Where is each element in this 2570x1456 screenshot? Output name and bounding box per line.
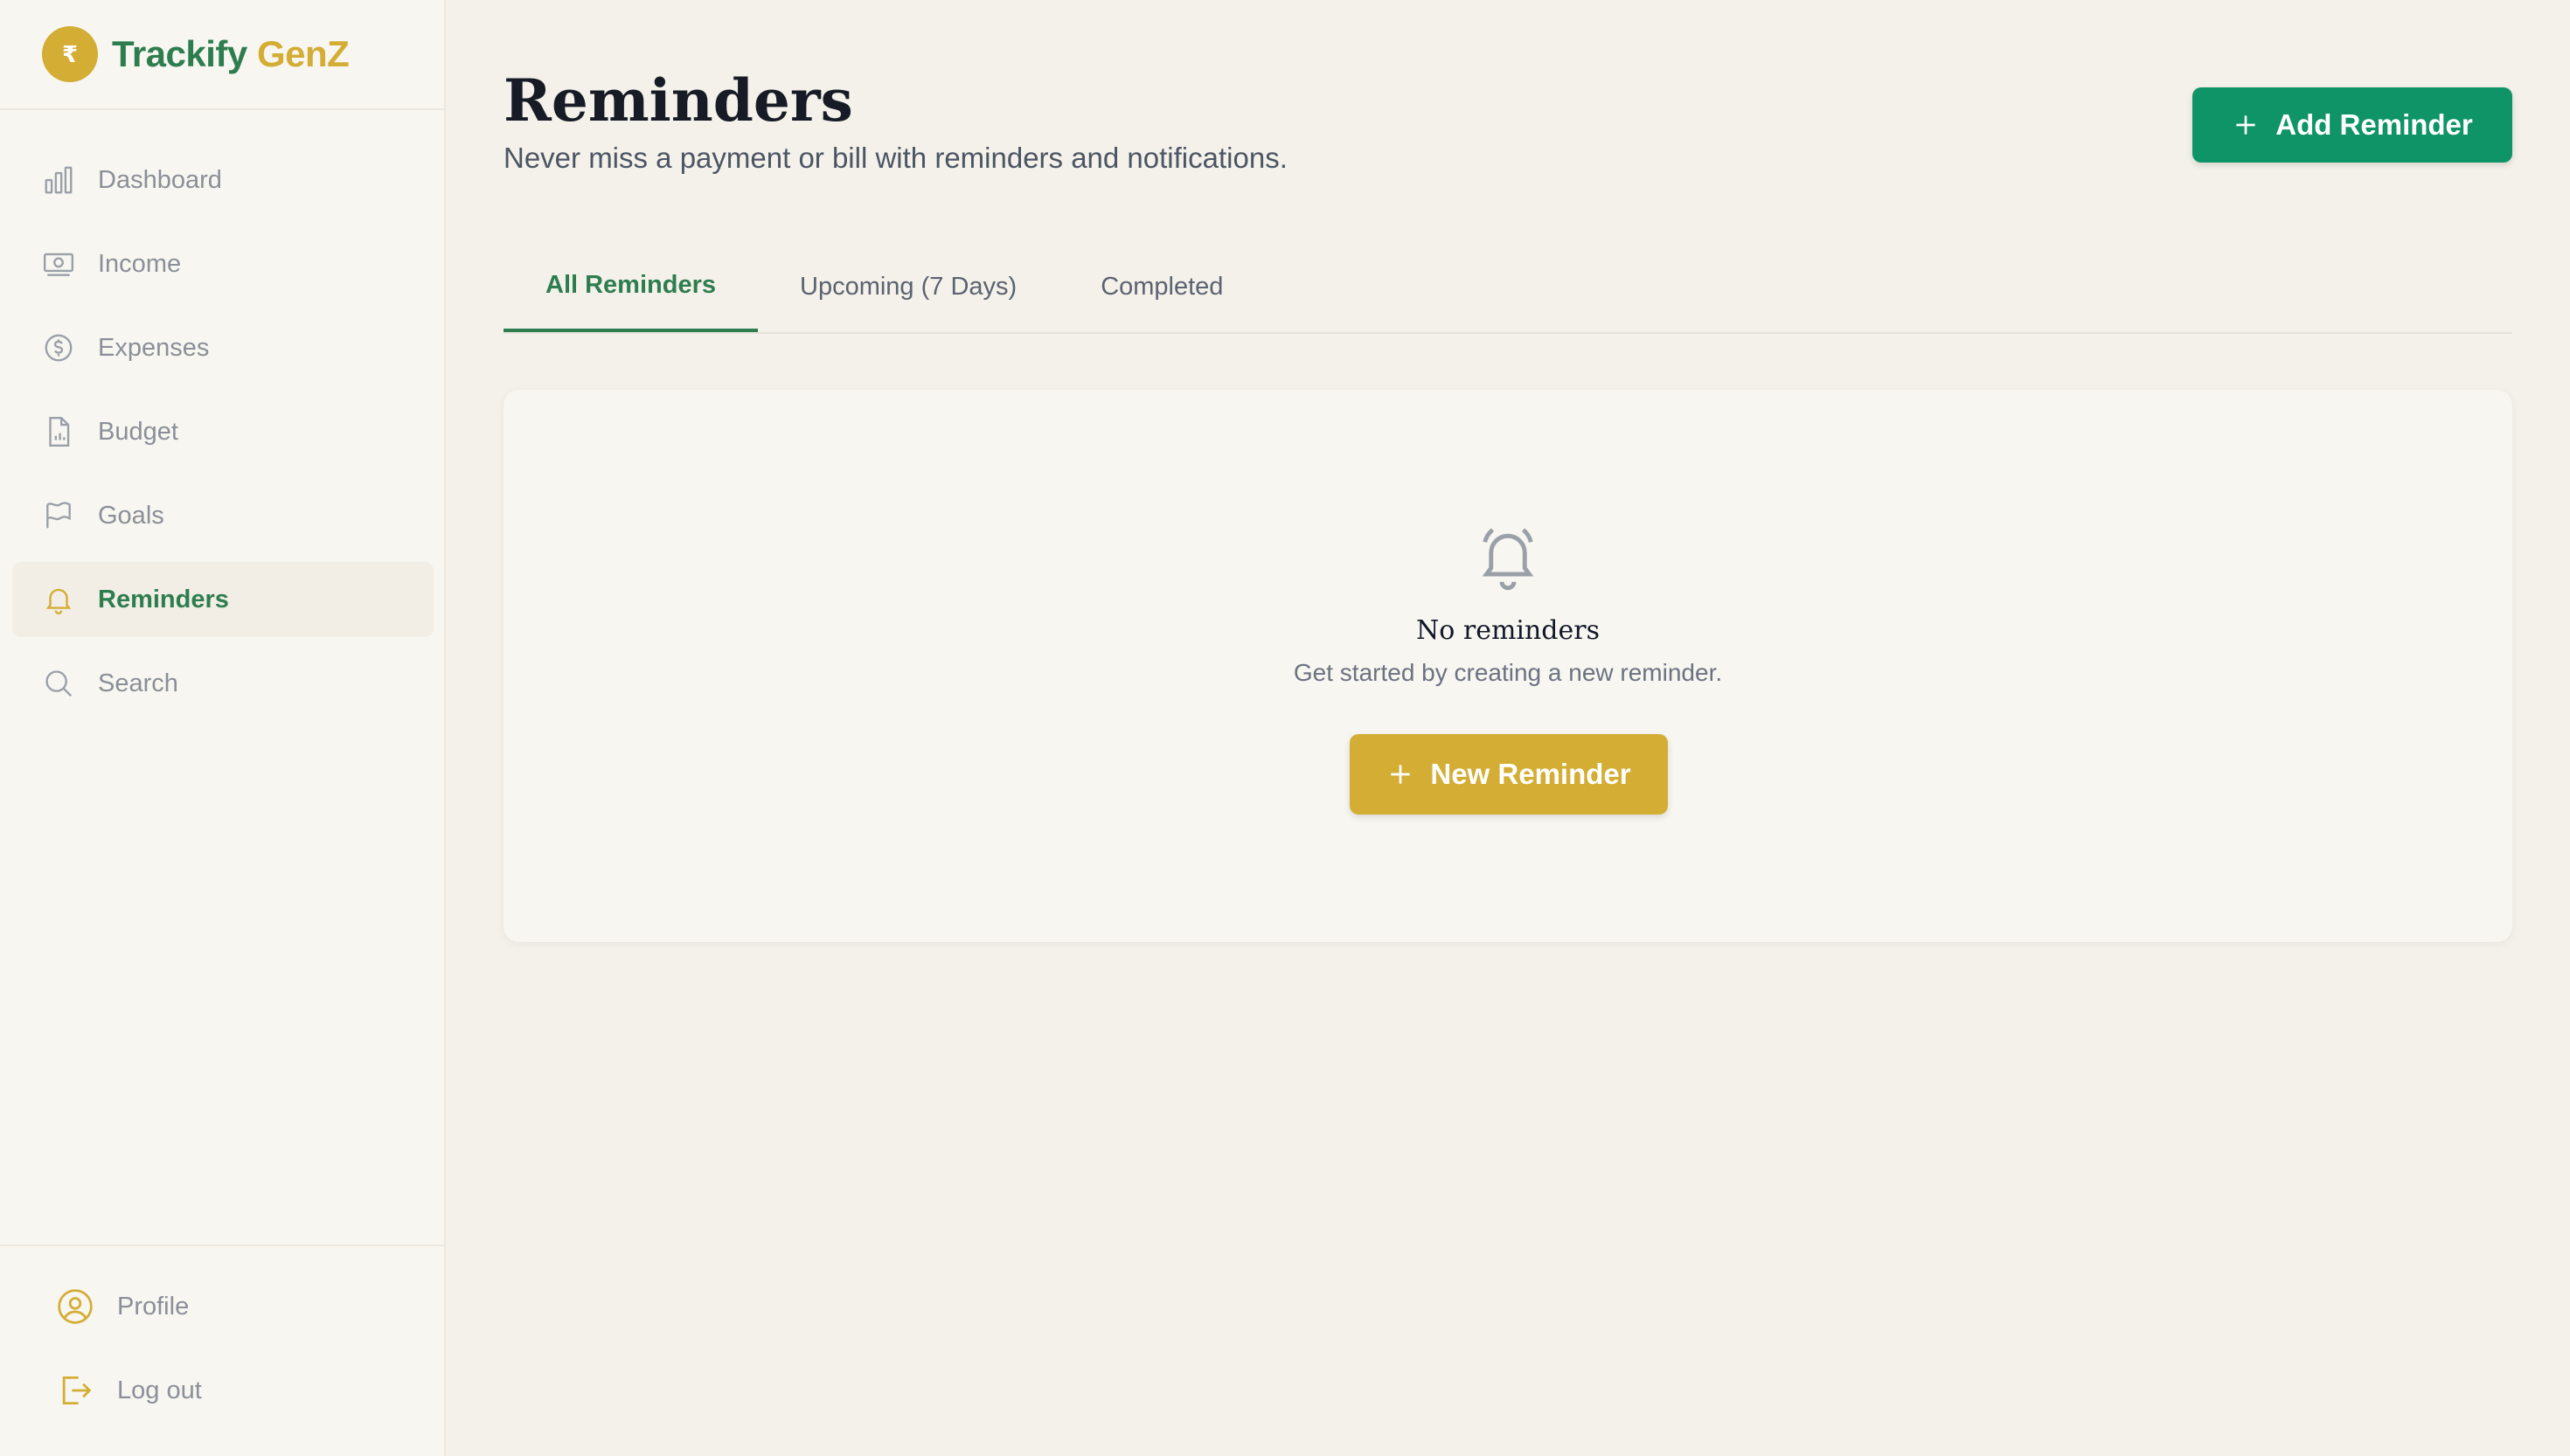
sidebar-item-profile[interactable]: Profile: [0, 1269, 444, 1344]
brand[interactable]: ₹ Trackify GenZ: [0, 0, 444, 110]
sidebar-item-label: Income: [98, 249, 182, 278]
sidebar-item-label: Search: [98, 669, 178, 697]
banknote-icon: [42, 247, 75, 281]
new-reminder-label: New Reminder: [1430, 758, 1631, 790]
tab-completed[interactable]: Completed: [1059, 241, 1265, 332]
reminder-tabs: All Reminders Upcoming (7 Days) Complete…: [504, 241, 2512, 334]
empty-state-title: No reminders: [1416, 615, 1600, 646]
sidebar-nav: Dashboard Income Expenses Budget Goals R…: [12, 142, 434, 730]
sidebar-item-expenses[interactable]: Expenses: [12, 310, 434, 385]
add-reminder-button[interactable]: Add Reminder: [2192, 87, 2512, 163]
flag-icon: [42, 499, 75, 532]
page-title: Reminders: [504, 66, 853, 135]
bar-chart-icon: [42, 163, 75, 197]
logout-icon: [56, 1371, 94, 1410]
page-subtitle: Never miss a payment or bill with remind…: [504, 142, 1288, 174]
plus-icon: [1386, 760, 1414, 788]
sidebar-item-label: Dashboard: [98, 165, 222, 194]
sidebar-item-label: Profile: [117, 1292, 190, 1321]
sidebar-item-label: Goals: [98, 501, 164, 530]
brand-name-part1: Trackify: [112, 33, 247, 74]
empty-state-text: Get started by creating a new reminder.: [1293, 659, 1723, 686]
sidebar-item-logout[interactable]: Log out: [0, 1353, 444, 1428]
sidebar-item-dashboard[interactable]: Dashboard: [12, 142, 434, 218]
dollar-circle-icon: [42, 331, 75, 364]
bell-icon: [1471, 519, 1545, 593]
brand-name-part2: GenZ: [256, 33, 350, 74]
search-icon: [42, 667, 75, 700]
sidebar-footer: Profile Log out: [0, 1245, 444, 1437]
add-reminder-label: Add Reminder: [2275, 108, 2473, 141]
sidebar-item-search[interactable]: Search: [12, 646, 434, 721]
brand-name: Trackify GenZ: [112, 33, 350, 75]
empty-state-card: No reminders Get started by creating a n…: [504, 390, 2512, 942]
sidebar-item-label: Expenses: [98, 333, 210, 362]
document-chart-icon: [42, 415, 75, 448]
sidebar-item-budget[interactable]: Budget: [12, 394, 434, 469]
sidebar-item-label: Reminders: [98, 585, 229, 614]
sidebar-item-reminders[interactable]: Reminders: [12, 562, 434, 637]
tab-all-reminders[interactable]: All Reminders: [504, 241, 758, 332]
user-circle-icon: [56, 1287, 94, 1326]
sidebar: ₹ Trackify GenZ Dashboard Income Expense…: [0, 0, 446, 1456]
bell-icon: [42, 583, 75, 616]
sidebar-item-income[interactable]: Income: [12, 226, 434, 302]
rupee-logo-icon: ₹: [42, 26, 98, 82]
sidebar-item-label: Log out: [117, 1376, 202, 1404]
tab-upcoming[interactable]: Upcoming (7 Days): [758, 241, 1059, 332]
sidebar-item-goals[interactable]: Goals: [12, 478, 434, 553]
sidebar-item-label: Budget: [98, 417, 178, 446]
new-reminder-button[interactable]: New Reminder: [1350, 734, 1668, 815]
plus-icon: [2232, 111, 2260, 139]
